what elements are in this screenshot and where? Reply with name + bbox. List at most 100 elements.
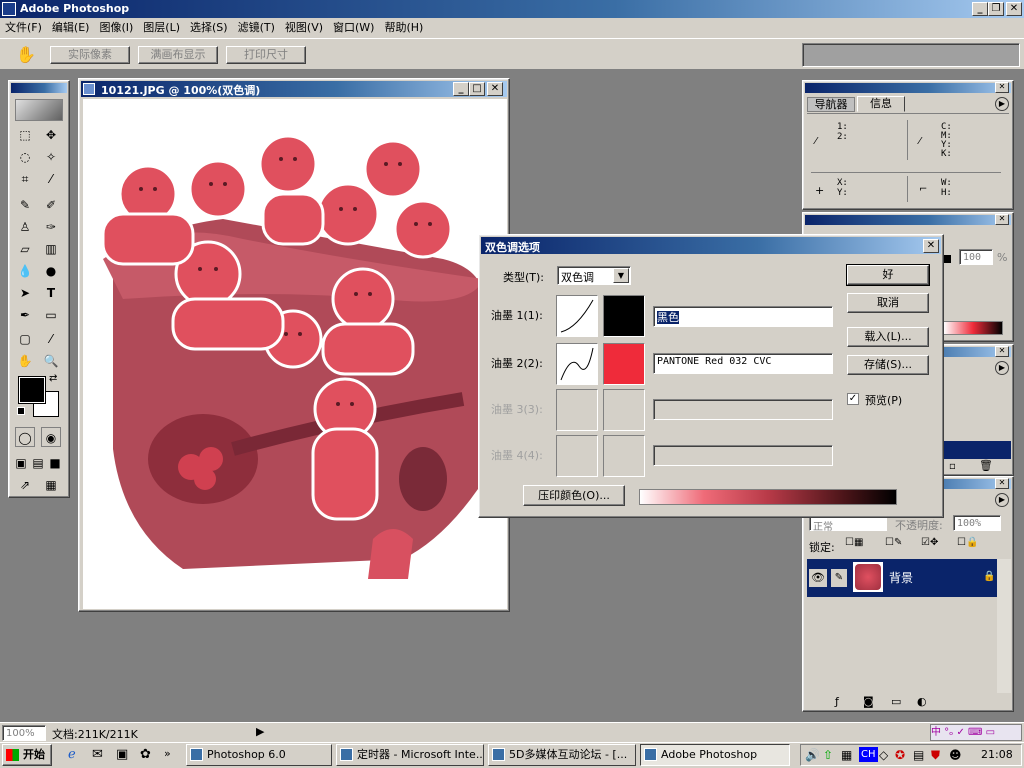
history-brush-icon[interactable]: ✑ [41,217,61,237]
ink2-color-swatch[interactable] [603,343,645,385]
trash-icon[interactable]: 🗑 [979,459,993,472]
volume-icon[interactable]: 🔊 [805,748,820,762]
doc-minimize-button[interactable]: _ [453,82,469,96]
document-canvas[interactable] [83,99,507,609]
preview-label[interactable]: 预览(P) [865,392,902,408]
taskbar-button[interactable]: Adobe Photoshop [640,744,790,766]
layers-panel-close-button[interactable]: ✕ [995,478,1009,489]
palette-well[interactable] [802,43,1020,67]
tray-diamond-icon[interactable]: ◇ [879,748,888,762]
stamp-tool-icon[interactable]: ♙ [15,217,35,237]
menu-item[interactable]: 视图(V) [280,18,328,37]
cancel-button[interactable]: 取消 [847,293,929,313]
menu-item[interactable]: 帮助(H) [379,18,428,37]
brush-link-icon[interactable]: ✎ [831,569,847,587]
foreground-color-swatch[interactable] [18,376,46,404]
duotone-dialog-title-bar[interactable]: 双色调选项 [481,237,941,254]
taskbar-button[interactable]: Photoshop 6.0 [186,744,332,766]
ime-toolbar[interactable]: 中 °ₒ ✓ ⌨ ▭ [930,724,1022,741]
start-button[interactable]: 开始 [2,744,52,766]
outlook-icon[interactable]: ✉ [92,747,103,762]
actual-pixels-button[interactable]: 实际像素 [50,46,130,64]
menu-item[interactable]: 图层(L) [138,18,185,37]
tray-shield-icon[interactable]: ⛊ [931,748,940,763]
gradient-tool-icon[interactable]: ▥ [41,239,61,259]
color-panel-close-button[interactable]: ✕ [995,214,1009,225]
photoshop-app-icon[interactable] [2,2,16,16]
zoom-field[interactable]: 100% [2,725,46,741]
doc-close-button[interactable]: ✕ [487,82,503,96]
taskbar-button[interactable]: 定时器 - Microsoft Inte... [336,744,484,766]
desktop-icon[interactable]: ▣ [116,747,128,762]
eraser-tool-icon[interactable]: ▱ [15,239,35,259]
tab-info[interactable]: 信息 [857,96,905,112]
quicklaunch-more-icon[interactable]: » [164,747,171,760]
opacity-input[interactable]: 100% [953,515,1001,531]
magic-wand-icon[interactable]: ✧ [41,147,61,167]
minimize-button[interactable]: _ [972,2,988,16]
document-title-bar[interactable]: 10121.JPG @ 100%(双色调) [81,81,507,97]
menu-item[interactable]: 编辑(E) [47,18,95,37]
tray-user-icon[interactable]: ☻ [949,748,962,762]
crop-tool-icon[interactable]: ⌗ [15,169,35,189]
path-select-icon[interactable]: ➤ [15,283,35,303]
brush-tool-icon[interactable]: ✐ [41,195,61,215]
print-size-button[interactable]: 打印尺寸 [226,46,306,64]
layers-scrollbar[interactable] [997,559,1011,693]
quickmask-mode-icon[interactable]: ◉ [41,427,61,447]
lock-transparency-icon[interactable]: ☐▦ [845,537,863,548]
adjustment-layer-icon[interactable]: ◐ [917,695,927,708]
layer-row[interactable]: 👁 ✎ 背景 🔒 [807,559,997,597]
history-panel-close-button[interactable]: ✕ [995,346,1009,357]
pen-tool-icon[interactable]: ✒ [15,305,35,325]
history-selected-row[interactable] [943,441,1011,459]
save-button[interactable]: 存储(S)... [847,355,929,375]
lasso-tool-icon[interactable]: ◌ [15,147,35,167]
move-tool-icon[interactable]: ✥ [41,125,61,145]
ink1-color-swatch[interactable] [603,295,645,337]
color-panel-title-bar[interactable] [805,215,1011,225]
ime-indicator[interactable]: CH [859,747,878,762]
default-colors-icon[interactable] [17,407,25,415]
ie-icon[interactable]: ℯ [68,747,76,762]
standard-mode-icon[interactable]: ◯ [15,427,35,447]
healing-brush-icon[interactable]: ✎ [15,195,35,215]
new-snapshot-icon[interactable]: ▫ [949,461,956,472]
network-icon[interactable]: ⇧ [823,748,833,762]
tray-monitor-icon[interactable]: ▤ [913,748,924,762]
taskbar-button[interactable]: 5D多媒体互动论坛 - [... [488,744,636,766]
ink2-curve[interactable] [556,343,598,385]
panel-menu-arrow-icon[interactable]: ▶ [995,493,1009,507]
quicklaunch-icon[interactable]: ✿ [140,747,151,762]
type-tool-icon[interactable]: T [41,283,61,303]
marquee-tool-icon[interactable]: ⬚ [15,125,35,145]
menu-item[interactable]: 窗口(W) [328,18,379,37]
panel-menu-arrow-icon[interactable]: ▶ [995,361,1009,375]
layer-style-icon[interactable]: ƒ [835,695,839,708]
jump-to-imageready-icon[interactable]: ⇗ [15,475,35,495]
doc-maximize-button[interactable]: □ [469,82,485,96]
lock-all-icon[interactable]: ☐🔒 [957,537,978,548]
blur-tool-icon[interactable]: 💧 [15,261,35,281]
hand-tool-icon[interactable]: ✋ [15,351,35,371]
overprint-colors-button[interactable]: 压印颜色(O)... [523,485,625,506]
screen-mode-full-menu-icon[interactable]: ▤ [30,453,46,473]
info-panel-close-button[interactable]: ✕ [995,82,1009,93]
chevron-down-icon[interactable]: ▼ [613,268,629,283]
lock-position-icon[interactable]: ☑✥ [921,537,938,548]
ink1-curve[interactable] [556,295,598,337]
fit-on-screen-button[interactable]: 满画布显示 [138,46,218,64]
zoom-tool-icon[interactable]: 🔍 [41,351,61,371]
tab-navigator[interactable]: 导航器 [807,97,855,112]
color-value-input[interactable]: 100 [959,249,993,265]
ink2-name-input[interactable]: PANTONE Red 032 CVC [653,353,833,374]
ink1-name-input[interactable]: 黑色 [653,306,833,327]
notes-tool-icon[interactable]: ▢ [15,329,35,349]
adobe-logo[interactable] [15,99,63,121]
eyedropper-icon[interactable]: ⁄ [41,329,61,349]
ok-button[interactable]: 好 [846,264,930,286]
layer-mask-icon[interactable]: ◙ [863,695,874,708]
swap-colors-icon[interactable]: ⇄ [49,373,57,384]
lock-image-icon[interactable]: ☐✎ [885,537,902,548]
restore-button[interactable]: ❐ [988,2,1004,16]
